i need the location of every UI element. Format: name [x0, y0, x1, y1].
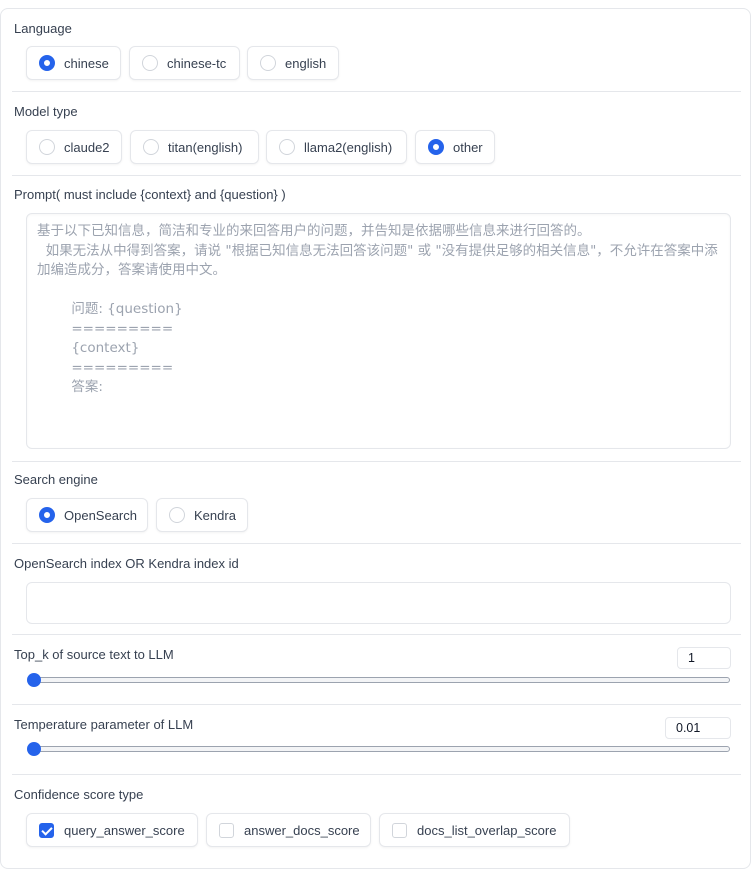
divider	[12, 91, 741, 92]
option-label: query_answer_score	[64, 822, 185, 838]
temperature-number-input[interactable]: 0.01	[665, 717, 731, 739]
option-label: OpenSearch	[64, 507, 137, 523]
option-label: Kendra	[194, 507, 236, 523]
search-option-kendra[interactable]: Kendra	[156, 498, 248, 532]
checkbox-icon	[219, 822, 234, 838]
temperature-slider-thumb[interactable]	[27, 742, 41, 756]
language-option-english[interactable]: english	[247, 46, 339, 80]
confidence-label: Confidence score type	[14, 787, 144, 802]
model-option-titan[interactable]: titan(english)	[130, 130, 259, 164]
option-label: chinese	[64, 55, 109, 71]
model-option-claude2[interactable]: claude2	[26, 130, 122, 164]
top-k-label: Top_k of source text to LLM	[14, 647, 174, 662]
search-engine-label: Search engine	[14, 472, 98, 487]
option-label: answer_docs_score	[244, 822, 360, 838]
radio-selected-icon	[428, 139, 444, 155]
top-k-slider-track[interactable]	[34, 677, 730, 683]
radio-icon	[39, 139, 55, 155]
radio-icon	[279, 139, 295, 155]
option-label: chinese-tc	[167, 55, 227, 71]
confidence-option-answer-docs-score[interactable]: answer_docs_score	[206, 813, 371, 847]
radio-icon	[169, 507, 185, 523]
search-option-opensearch[interactable]: OpenSearch	[26, 498, 148, 532]
checkbox-icon	[392, 822, 407, 838]
divider	[12, 461, 741, 462]
prompt-textarea[interactable]: 基于以下已知信息，简洁和专业的来回答用户的问题，并告知是依据哪些信息来进行回答的…	[26, 213, 731, 449]
option-label: claude2	[64, 139, 110, 155]
divider	[12, 774, 741, 775]
radio-icon	[260, 55, 276, 71]
radio-selected-icon	[39, 55, 55, 71]
language-label: Language	[14, 21, 72, 36]
divider	[12, 543, 741, 544]
index-label: OpenSearch index OR Kendra index id	[14, 556, 239, 571]
option-label: other	[453, 139, 483, 155]
checkbox-checked-icon	[39, 822, 54, 838]
model-type-label: Model type	[14, 104, 78, 119]
divider	[12, 634, 741, 635]
option-label: titan(english)	[168, 139, 243, 155]
option-label: llama2(english)	[304, 139, 393, 155]
radio-selected-icon	[39, 507, 55, 523]
model-option-llama2[interactable]: llama2(english)	[266, 130, 407, 164]
top-k-number-input[interactable]: 1	[677, 647, 731, 669]
option-label: english	[285, 55, 327, 71]
radio-icon	[142, 55, 158, 71]
index-input[interactable]	[26, 582, 731, 624]
radio-icon	[143, 139, 159, 155]
divider	[12, 704, 741, 705]
option-label: docs_list_overlap_score	[417, 822, 557, 838]
model-option-other[interactable]: other	[415, 130, 495, 164]
divider	[12, 175, 741, 176]
language-option-chinese[interactable]: chinese	[26, 46, 121, 80]
confidence-option-docs-list-overlap-score[interactable]: docs_list_overlap_score	[379, 813, 570, 847]
confidence-option-query-answer-score[interactable]: query_answer_score	[26, 813, 198, 847]
temperature-slider-track[interactable]	[34, 746, 730, 752]
temperature-label: Temperature parameter of LLM	[14, 717, 194, 732]
language-option-chinese-tc[interactable]: chinese-tc	[129, 46, 240, 80]
top-k-slider-thumb[interactable]	[27, 673, 41, 687]
prompt-label: Prompt( must include {context} and {ques…	[14, 187, 286, 202]
